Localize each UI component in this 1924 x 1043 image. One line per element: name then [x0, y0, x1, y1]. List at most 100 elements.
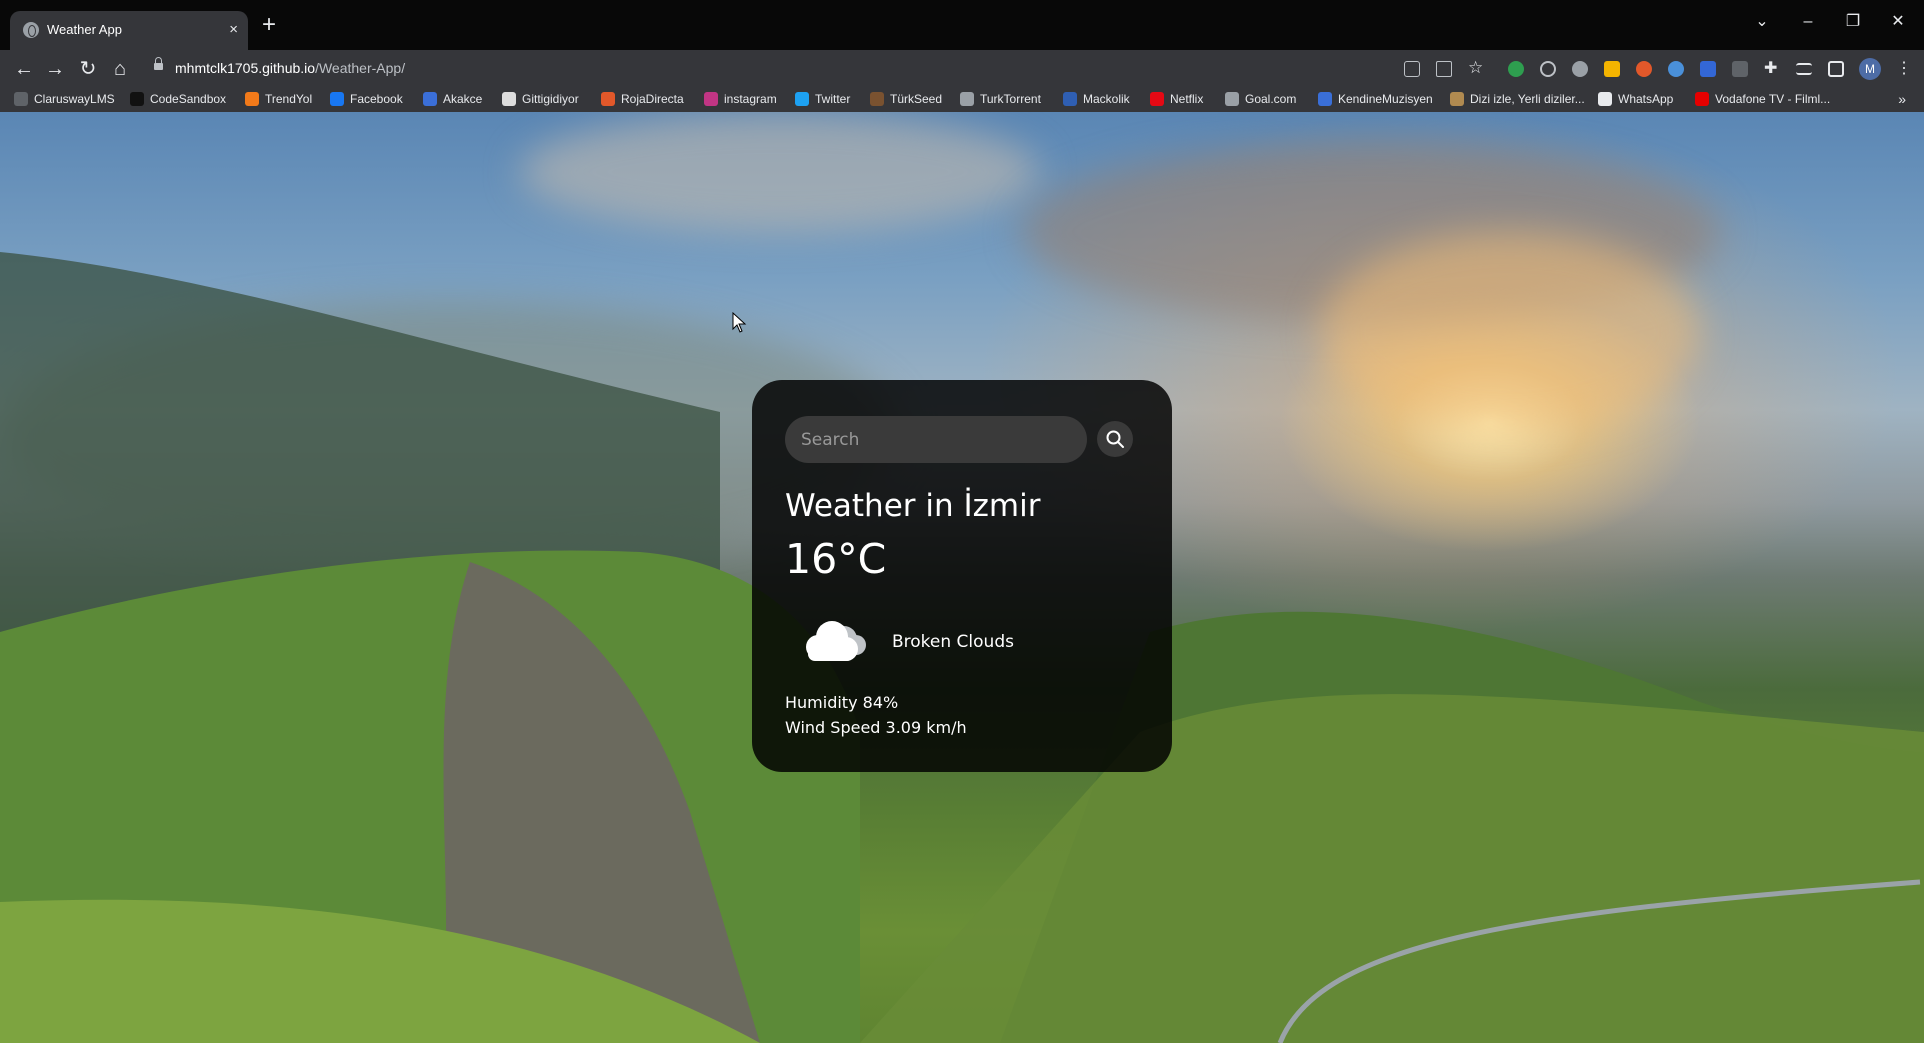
bookmark-item[interactable]: Netflix: [1150, 92, 1203, 106]
city-title: Weather in İzmir: [785, 488, 1041, 524]
bookmark-item[interactable]: Vodafone TV - Filml...: [1695, 92, 1830, 106]
side-panel-icon[interactable]: [1828, 61, 1844, 77]
turktorrent-icon: [960, 92, 974, 106]
bookmark-item[interactable]: instagram: [704, 92, 777, 106]
akakce-icon: [423, 92, 437, 106]
bookmark-label: TürkSeed: [890, 92, 943, 106]
bookmark-label: Mackolik: [1083, 92, 1130, 106]
turkseed-icon: [870, 92, 884, 106]
restore-button[interactable]: ❐: [1831, 10, 1875, 34]
mackolik-icon: [1063, 92, 1077, 106]
search-button[interactable]: [1097, 421, 1133, 457]
extension-gear-icon[interactable]: [1572, 61, 1588, 77]
trendyol-icon: [245, 92, 259, 106]
mouse-cursor-icon: [732, 312, 747, 333]
vodafone-icon: [1695, 92, 1709, 106]
lock-icon[interactable]: [154, 57, 163, 70]
extension-translate-icon[interactable]: [1700, 61, 1716, 77]
tab-weather-app[interactable]: Weather App ×: [10, 11, 248, 50]
bookmark-label: Dizi izle, Yerli diziler...: [1470, 92, 1585, 106]
whatsapp-icon: [1598, 92, 1612, 106]
home-button[interactable]: ⌂: [106, 56, 134, 82]
bookmark-item[interactable]: WhatsApp: [1598, 92, 1673, 106]
weather-card: Weather in İzmir 16°C Broken Clouds Humi…: [752, 380, 1172, 772]
bookmark-label: KendineMuzisyen: [1338, 92, 1433, 106]
browser-toolbar: ← → ↻ ⌂ mhmtclk1705.github.io/Weather-Ap…: [0, 50, 1924, 89]
bookmark-item[interactable]: Mackolik: [1063, 92, 1130, 106]
extension-pen-icon[interactable]: [1732, 61, 1748, 77]
reload-button[interactable]: ↻: [74, 56, 102, 82]
codesandbox-icon: [130, 92, 144, 106]
extension-blue-icon[interactable]: [1668, 61, 1684, 77]
bookmark-label: Netflix: [1170, 92, 1204, 106]
media-queue-icon[interactable]: [1796, 63, 1812, 75]
bookmark-item[interactable]: Gittigidiyor: [502, 92, 579, 106]
wind-speed: Wind Speed 3.09 km/h: [785, 718, 967, 737]
share-icon[interactable]: [1436, 61, 1452, 77]
bookmark-label: Twitter: [815, 92, 851, 106]
translate-icon[interactable]: [1404, 61, 1420, 77]
bookmark-item[interactable]: TurkTorrent: [960, 92, 1041, 106]
new-tab-button[interactable]: +: [262, 13, 276, 37]
url-host: mhmtclk1705.github.io: [175, 60, 316, 76]
bookmark-item[interactable]: Akakce: [423, 92, 482, 106]
back-button[interactable]: ←: [10, 56, 38, 82]
bookmark-label: ClaruswayLMS: [34, 92, 115, 106]
bookmark-star-icon[interactable]: ☆: [1468, 59, 1484, 76]
bookmark-label: CodeSandbox: [150, 92, 227, 106]
netflix-icon: [1150, 92, 1164, 106]
broken-clouds-icon: [806, 621, 866, 661]
close-window-button[interactable]: ✕: [1876, 10, 1920, 34]
bookmark-label: TrendYol: [265, 92, 313, 106]
bookmarks-bar: ClaruswayLMS CodeSandbox TrendYol Facebook A…: [0, 89, 1924, 112]
tab-close-button[interactable]: ×: [229, 20, 238, 40]
bookmarks-overflow-button[interactable]: »: [1898, 91, 1906, 107]
bookmark-label: Vodafone TV - Filml...: [1715, 92, 1831, 106]
extensions-puzzle-icon[interactable]: ✚: [1764, 61, 1780, 77]
bookmark-label: Gittigidiyor: [522, 92, 579, 106]
search-input[interactable]: [785, 416, 1087, 463]
bookmark-label: Facebook: [350, 92, 403, 106]
minimize-button[interactable]: –: [1786, 10, 1830, 34]
tab-title: Weather App: [47, 22, 122, 37]
dizi-icon: [1450, 92, 1464, 106]
clarusway-icon: [14, 92, 28, 106]
bookmark-item[interactable]: Facebook: [330, 92, 403, 106]
address-bar[interactable]: mhmtclk1705.github.io/Weather-App/: [175, 60, 405, 76]
search-icon: [1106, 430, 1124, 448]
twitter-icon: [795, 92, 809, 106]
weather-description: Broken Clouds: [892, 632, 1014, 652]
extension-green-icon[interactable]: [1508, 61, 1524, 77]
bookmark-label: TurkTorrent: [980, 92, 1041, 106]
facebook-icon: [330, 92, 344, 106]
goal-icon: [1225, 92, 1239, 106]
bookmark-item[interactable]: TürkSeed: [870, 92, 942, 106]
bookmark-label: Akakce: [443, 92, 483, 106]
instagram-icon: [704, 92, 718, 106]
kendinemuzisyen-icon: [1318, 92, 1332, 106]
bookmark-item[interactable]: KendineMuzisyen: [1318, 92, 1433, 106]
menu-kebab-icon[interactable]: ⋮: [1896, 61, 1912, 77]
rojadirecta-icon: [601, 92, 615, 106]
globe-icon: [23, 22, 39, 38]
bookmark-item[interactable]: RojaDirecta: [601, 92, 684, 106]
bookmark-label: RojaDirecta: [621, 92, 684, 106]
forward-button[interactable]: →: [41, 56, 69, 82]
bookmark-label: instagram: [724, 92, 777, 106]
temperature: 16°C: [785, 535, 887, 583]
extension-target-icon[interactable]: [1540, 61, 1556, 77]
bookmark-item[interactable]: TrendYol: [245, 92, 312, 106]
bookmark-item[interactable]: ClaruswayLMS: [14, 92, 115, 106]
adblock-icon[interactable]: [1636, 61, 1652, 77]
page-background: Weather in İzmir 16°C Broken Clouds Humi…: [0, 112, 1924, 1043]
extension-note-icon[interactable]: [1604, 61, 1620, 77]
tab-search-button[interactable]: ⌄: [1740, 10, 1784, 34]
bookmark-item[interactable]: Twitter: [795, 92, 850, 106]
bookmark-item[interactable]: Goal.com: [1225, 92, 1296, 106]
url-path: /Weather-App/: [315, 60, 406, 76]
gittigidiyor-icon: [502, 92, 516, 106]
bookmark-item[interactable]: CodeSandbox: [130, 92, 226, 106]
bookmark-item[interactable]: Dizi izle, Yerli diziler...: [1450, 92, 1585, 106]
bookmark-label: Goal.com: [1245, 92, 1297, 106]
profile-avatar[interactable]: M: [1859, 58, 1881, 80]
